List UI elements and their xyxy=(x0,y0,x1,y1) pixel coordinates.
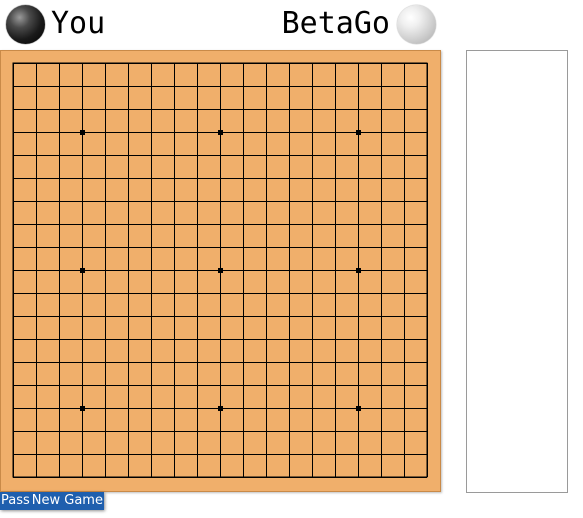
star-point xyxy=(218,268,223,273)
pass-button[interactable]: Pass xyxy=(0,492,31,510)
board-grid[interactable] xyxy=(1,51,442,493)
go-board[interactable] xyxy=(0,50,441,492)
star-point xyxy=(356,268,361,273)
star-point xyxy=(218,406,223,411)
player-you: You xyxy=(6,4,105,44)
move-history-panel xyxy=(466,50,568,493)
star-point xyxy=(80,268,85,273)
star-point xyxy=(80,130,85,135)
star-point xyxy=(218,130,223,135)
black-stone-icon xyxy=(6,4,45,44)
star-point xyxy=(80,406,85,411)
star-point xyxy=(356,406,361,411)
player-name-you: You xyxy=(51,6,106,41)
player-name-betago: BetaGo xyxy=(281,6,390,41)
white-stone-icon xyxy=(397,4,436,44)
player-betago: BetaGo xyxy=(282,4,436,44)
game-controls: Pass New Game xyxy=(0,492,104,510)
new-game-button[interactable]: New Game xyxy=(31,492,104,510)
star-point xyxy=(356,130,361,135)
